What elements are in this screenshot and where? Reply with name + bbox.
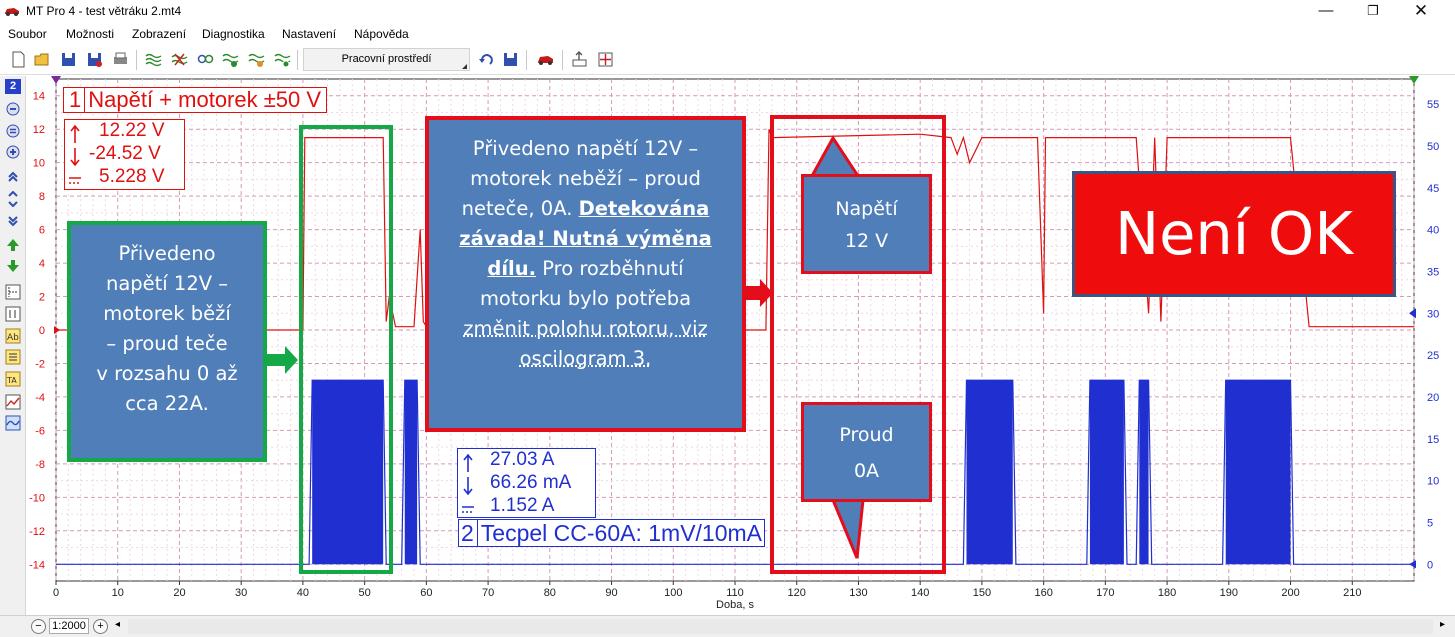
zoom-out-button[interactable]: − xyxy=(31,619,46,634)
callout-line: neteče, 0A. Detekována xyxy=(435,194,736,224)
callout-line: Přivedeno xyxy=(118,242,216,265)
callout-line: 0A xyxy=(853,460,880,482)
callout-line: 12 V xyxy=(844,230,889,252)
napeti-bubble-tail xyxy=(809,135,861,178)
horizontal-scrollbar[interactable] xyxy=(128,619,1433,634)
callout-fault-text: závada! Nutná výměna xyxy=(459,227,712,250)
callout-line: závada! Nutná výměna xyxy=(435,224,736,254)
green-highlight-frame xyxy=(299,125,393,574)
callout-text: Pro rozběhnutí xyxy=(536,257,684,280)
green-arrow xyxy=(267,346,298,374)
callout-current: Proud 0A xyxy=(801,402,932,502)
callout-line: – proud teče xyxy=(106,332,228,355)
callout-fault-text: Detekována xyxy=(578,197,710,220)
status-bar: − 1:2000 + ◂ ▸ xyxy=(0,615,1455,637)
callout-line: Proud xyxy=(839,424,894,446)
callout-voltage: Napětí 12 V xyxy=(801,174,932,274)
scroll-right-icon[interactable]: ▸ xyxy=(1440,619,1445,630)
red-arrow xyxy=(746,279,773,307)
callout-text: neteče, 0A. xyxy=(461,197,579,220)
callout-motor-running: Přivedeno napětí 12V – motorek běží – pr… xyxy=(67,221,267,462)
proud-bubble-tail xyxy=(830,498,865,559)
callout-line: změnit polohu rotoru, viz xyxy=(463,317,708,340)
callout-line: v rozsahu 0 až xyxy=(96,362,238,385)
callout-line: motorku bylo potřeba xyxy=(479,287,692,310)
scroll-left-icon[interactable]: ◂ xyxy=(115,619,120,630)
callout-line: oscilogram 3. xyxy=(519,347,652,370)
callout-line: motorek běží xyxy=(103,302,231,325)
callout-line: cca 22A. xyxy=(125,392,209,415)
not-ok-banner: Není OK xyxy=(1072,171,1396,297)
callout-line: dílu. Pro rozběhnutí xyxy=(435,254,736,284)
callout-line: Přivedeno napětí 12V – xyxy=(472,137,699,160)
callout-fault-text: dílu. xyxy=(487,257,536,280)
callout-fault-detected: Přivedeno napětí 12V – motorek neběží – … xyxy=(425,116,746,432)
zoom-in-button[interactable]: + xyxy=(93,619,108,634)
zoom-level: 1:2000 xyxy=(49,618,89,634)
callout-line: napětí 12V – xyxy=(105,272,229,295)
callout-line: Napětí xyxy=(835,198,898,220)
callout-line: motorek neběží – proud xyxy=(470,167,701,190)
